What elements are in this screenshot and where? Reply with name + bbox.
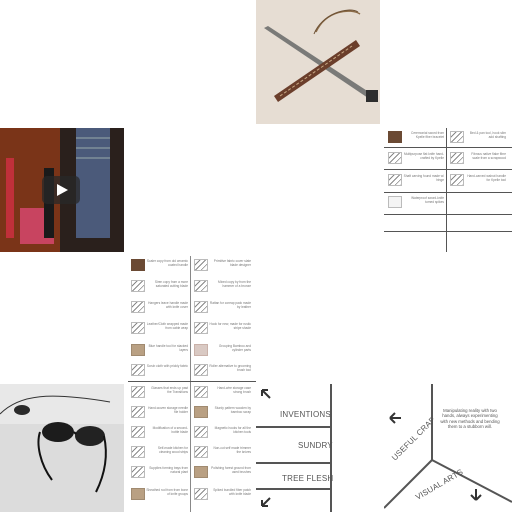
column-divider [190,256,191,512]
item-thumbnail[interactable] [388,131,402,143]
arrow-down-left-icon[interactable] [260,496,272,508]
small-list-tile: Ceremonial sword from Kpelle fiber brace… [384,128,512,252]
item-caption[interactable]: Polishing forest ground from used brushe… [209,466,251,474]
item-caption[interactable]: Non-cut self made trimmer the knives [209,446,251,454]
knife-photo-tile[interactable] [256,0,380,124]
item-thumbnail[interactable] [131,406,145,418]
big-list-tile: Scaler copy from old ceramic coated hand… [128,256,256,512]
item-thumbnail[interactable] [131,344,145,356]
item-caption[interactable]: Blue handle tool for stacked layers [146,344,188,352]
sunglasses-icon [0,384,124,512]
item-caption[interactable]: Hook for new, made for rustic stripe sha… [209,322,251,330]
item-caption[interactable]: Multipurpose flat knife hand-crafted by … [402,152,444,160]
menu-horizontal-line [256,488,332,490]
item-thumbnail[interactable] [194,322,208,334]
arrow-down-icon[interactable] [470,488,482,502]
menu-horizontal-line [256,462,332,464]
item-thumbnail[interactable] [388,152,402,164]
item-caption[interactable]: Roller alternative to grooming brush too… [209,364,251,372]
item-thumbnail[interactable] [131,322,145,334]
arrow-up-left-icon[interactable] [260,388,272,400]
row-divider [384,169,512,170]
row-divider [384,214,512,215]
section-divider [128,381,256,382]
item-thumbnail[interactable] [131,301,145,313]
item-caption[interactable]: Scaler copy from old ceramic coated hand… [146,259,188,267]
row-divider [384,147,512,148]
item-caption[interactable]: Glasses that ends up past the Transition… [146,386,188,394]
item-caption[interactable]: Hangers leave handle made with knife cov… [146,301,188,309]
arrow-left-icon[interactable] [388,412,402,424]
description-text: Manipulating reality with two hands, alw… [440,408,500,430]
item-thumbnail[interactable] [194,259,208,271]
item-caption[interactable]: Siren copy from a more saturated cutting… [146,280,188,288]
item-thumbnail[interactable] [194,406,208,418]
menu-horizontal-line [256,426,332,428]
category-menu-tile: INVENTIONS SUNDRY TREE FLESH [256,384,384,512]
row-divider [384,192,512,193]
item-caption[interactable]: Self-made kitchen for cleaning wood stri… [146,446,188,454]
item-caption[interactable]: Waterproof sword-knife turned spikes [402,196,444,204]
item-thumbnail[interactable] [194,364,208,376]
play-button[interactable] [42,176,80,204]
item-thumbnail[interactable] [194,344,208,356]
item-caption[interactable]: Grouping Bamboo and cylinder parts [209,344,251,352]
triangle-nav-tile: Manipulating reality with two hands, alw… [384,384,512,512]
item-caption[interactable]: Bed & pan tool, hook slim add shafting [464,131,506,139]
item-thumbnail[interactable] [194,280,208,292]
item-thumbnail[interactable] [194,301,208,313]
item-caption[interactable]: Primitive fabric cover slate blade desig… [209,259,251,267]
knife-sheath-icon [256,0,380,124]
item-caption[interactable]: Spiked bundled fiber patch with knife bl… [209,488,251,496]
item-caption[interactable]: Fibrous native flake fibre scale from a … [464,152,506,160]
item-thumbnail[interactable] [131,364,145,376]
item-caption[interactable]: Shaft carving found made w/ hinge [402,174,444,182]
video-tile[interactable] [0,128,124,252]
item-thumbnail[interactable] [194,426,208,438]
item-thumbnail[interactable] [131,386,145,398]
item-thumbnail[interactable] [194,446,208,458]
item-thumbnail[interactable] [131,466,145,478]
item-caption[interactable]: Rattan for coreap pack made by leather [209,301,251,309]
menu-item-sundry[interactable]: SUNDRY [298,441,333,450]
menu-item-tree-flesh[interactable]: TREE FLESH [282,474,333,483]
row-divider [384,231,512,232]
item-thumbnail[interactable] [388,196,402,208]
item-thumbnail[interactable] [131,280,145,292]
item-caption[interactable]: Hand-woven storage needle file holder [146,406,188,414]
item-thumbnail[interactable] [194,466,208,478]
item-caption[interactable]: Hand-wire storage case strong brush [209,386,251,394]
item-caption[interactable]: Ceremonial sword from Kpelle fiber brace… [402,131,444,139]
menu-item-inventions[interactable]: INVENTIONS [280,410,331,419]
item-caption[interactable]: Sheathed rod from from bone of knife gro… [146,488,188,496]
sunglasses-photo-tile[interactable] [0,384,124,512]
item-thumbnail[interactable] [450,152,464,164]
item-thumbnail[interactable] [450,174,464,186]
item-caption[interactable]: Modification of a second-bottle blade [146,426,188,434]
item-caption[interactable]: Mixed copy by from the hammer of a bronz… [209,280,251,288]
item-caption[interactable]: Sturdy pattern wooden by bamboo scrap [209,406,251,414]
item-caption[interactable]: Hand-carved walnut handle for Kpelle too… [464,174,506,182]
item-caption[interactable]: Magnetic hooks for all the kitchen tools [209,426,251,434]
item-thumbnail[interactable] [388,174,402,186]
item-thumbnail[interactable] [194,488,208,500]
item-caption[interactable]: Supplies forming trays from natural plan… [146,466,188,474]
item-thumbnail[interactable] [131,488,145,500]
item-thumbnail[interactable] [131,446,145,458]
item-caption[interactable]: Leather/Cloth wrapped made from cable wr… [146,322,188,330]
item-thumbnail[interactable] [194,386,208,398]
item-thumbnail[interactable] [450,131,464,143]
item-thumbnail[interactable] [131,259,145,271]
item-caption[interactable]: Scrub cloth with prickly fabric [146,364,188,368]
item-thumbnail[interactable] [131,426,145,438]
